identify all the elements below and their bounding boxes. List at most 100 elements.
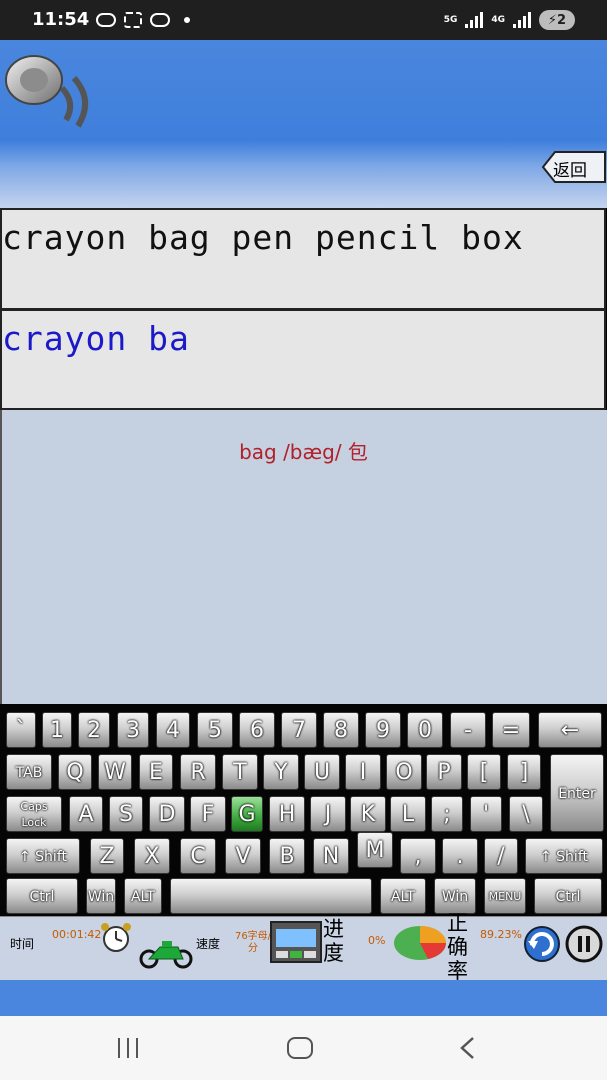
footer-band — [0, 980, 607, 1016]
key-o[interactable]: O — [386, 754, 422, 790]
key-backtick[interactable]: ` — [6, 712, 36, 748]
film-progress-icon — [270, 921, 322, 963]
key-left-shift[interactable]: ↑ Shift — [6, 838, 80, 874]
wechat-icon-2 — [150, 13, 170, 27]
key-right-bracket[interactable]: ] — [507, 754, 541, 790]
key-y[interactable]: Y — [263, 754, 299, 790]
progress-value: 0% — [368, 934, 386, 947]
key-right-shift[interactable]: ↑ Shift — [525, 838, 603, 874]
key-u[interactable]: U — [304, 754, 340, 790]
more-notifications-icon — [184, 17, 190, 23]
key-0[interactable]: 0 — [407, 712, 443, 748]
key-d[interactable]: D — [149, 796, 185, 832]
key-equals[interactable]: = — [492, 712, 530, 748]
speed-value: 76字母/分 — [234, 931, 272, 954]
scan-icon — [124, 12, 142, 28]
key-g[interactable]: G — [231, 796, 263, 832]
system-icons: 5G 4G ⚡2 — [444, 10, 575, 30]
key-right-alt[interactable]: ALT — [380, 878, 426, 914]
key-quote[interactable]: ' — [470, 796, 502, 832]
key-1[interactable]: 1 — [42, 712, 72, 748]
key-r[interactable]: R — [180, 754, 216, 790]
key-right-win[interactable]: Win — [434, 878, 476, 914]
key-8[interactable]: 8 — [323, 712, 359, 748]
stats-toolbar: 时间 00:01:42 速度 76字母/分 进度 0% 正确率 89.23% — [0, 911, 607, 983]
key-v[interactable]: V — [225, 838, 261, 874]
key-enter[interactable]: Enter — [550, 754, 604, 832]
key-e[interactable]: E — [139, 754, 173, 790]
key-comma[interactable]: , — [400, 838, 436, 874]
progress-label: 进度 — [323, 917, 344, 965]
key-f[interactable]: F — [190, 796, 226, 832]
system-nav-bar — [0, 1016, 607, 1080]
key-left-bracket[interactable]: [ — [467, 754, 501, 790]
virtual-keyboard: ` 1 2 3 4 5 6 7 8 9 0 - = ← TAB Q W E R … — [0, 704, 607, 916]
word-hint: bag /bæg/ 包 — [239, 440, 368, 464]
key-left-ctrl[interactable]: Ctrl — [6, 878, 78, 914]
key-q[interactable]: Q — [58, 754, 92, 790]
key-period[interactable]: . — [442, 838, 478, 874]
key-6[interactable]: 6 — [239, 712, 275, 748]
pause-icon[interactable] — [564, 925, 604, 963]
typed-text: crayon ba — [2, 319, 190, 358]
back-nav-icon[interactable] — [456, 1036, 480, 1060]
key-n[interactable]: N — [313, 838, 349, 874]
key-semicolon[interactable]: ; — [431, 796, 463, 832]
status-bar: 11:54 5G 4G ⚡2 — [0, 0, 607, 40]
5g-label: 5G — [443, 14, 458, 25]
key-i[interactable]: I — [345, 754, 381, 790]
key-tab[interactable]: TAB — [6, 754, 52, 790]
key-menu[interactable]: MENU — [484, 878, 526, 914]
status-time: 11:54 — [32, 9, 90, 30]
back-button[interactable]: 返回 — [541, 150, 607, 184]
restart-icon[interactable] — [522, 925, 562, 963]
notification-icons — [96, 12, 190, 28]
battery-icon: ⚡2 — [539, 10, 575, 30]
accuracy-pie-icon — [394, 926, 446, 960]
4g-label: 4G — [491, 14, 505, 25]
back-label: 返回 — [553, 161, 587, 181]
time-value: 00:01:42 — [52, 928, 102, 941]
key-b[interactable]: B — [269, 838, 305, 874]
key-7[interactable]: 7 — [281, 712, 317, 748]
key-minus[interactable]: - — [450, 712, 486, 748]
key-p[interactable]: P — [426, 754, 462, 790]
speed-label: 速度 — [196, 937, 221, 951]
key-left-alt[interactable]: ALT — [124, 878, 162, 914]
key-5[interactable]: 5 — [197, 712, 233, 748]
key-l[interactable]: L — [390, 796, 426, 832]
recents-icon[interactable] — [118, 1038, 138, 1058]
key-a[interactable]: A — [69, 796, 103, 832]
key-s[interactable]: S — [109, 796, 143, 832]
key-h[interactable]: H — [269, 796, 305, 832]
key-z[interactable]: Z — [90, 838, 124, 874]
target-text-panel: crayon bag pen pencil box — [0, 208, 606, 310]
key-c[interactable]: C — [180, 838, 216, 874]
key-w[interactable]: W — [98, 754, 132, 790]
key-right-ctrl[interactable]: Ctrl — [534, 878, 602, 914]
key-2[interactable]: 2 — [78, 712, 110, 748]
home-icon[interactable] — [287, 1037, 313, 1059]
key-k[interactable]: K — [350, 796, 386, 832]
key-9[interactable]: 9 — [365, 712, 401, 748]
key-j[interactable]: J — [310, 796, 346, 832]
key-m[interactable]: M — [357, 832, 393, 868]
key-slash[interactable]: / — [484, 838, 518, 874]
motorcycle-icon — [139, 941, 193, 969]
speaker-icon[interactable] — [4, 48, 96, 128]
time-label: 时间 — [10, 937, 35, 951]
app-header: 返回 — [0, 40, 607, 208]
alarm-clock-icon — [101, 923, 131, 952]
key-backslash[interactable]: \ — [509, 796, 543, 832]
key-space[interactable] — [170, 878, 372, 914]
key-left-win[interactable]: Win — [86, 878, 116, 914]
key-caps-lock[interactable]: Caps Lock — [6, 796, 62, 832]
typed-text-panel[interactable]: crayon ba — [0, 309, 606, 410]
key-x[interactable]: X — [134, 838, 170, 874]
key-t[interactable]: T — [222, 754, 258, 790]
key-4[interactable]: 4 — [156, 712, 190, 748]
key-backspace[interactable]: ← — [538, 712, 602, 748]
wechat-icon — [96, 13, 116, 27]
key-3[interactable]: 3 — [117, 712, 149, 748]
accuracy-value: 89.23% — [480, 928, 522, 941]
